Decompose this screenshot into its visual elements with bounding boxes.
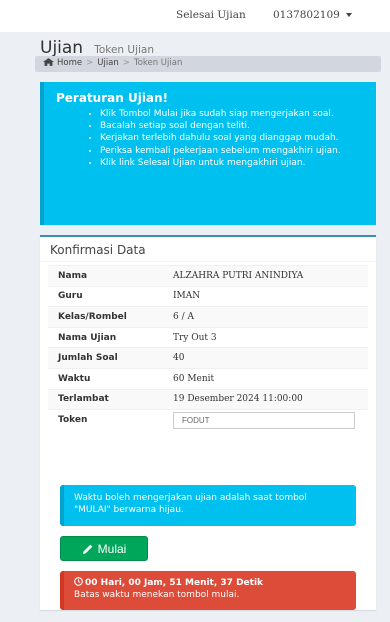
breadcrumb-separator: > [86,58,94,68]
token-cell [163,409,368,431]
table-row: Waktu 60 Menit [48,367,368,390]
pencil-icon [82,544,93,554]
table-row: Nama ALZAHRA PUTRI ANINDIYA [48,265,368,287]
table-row: Token [48,409,368,431]
row-value: IMAN [163,285,368,307]
countdown-callout: 00 Hari, 00 Jam, 51 Menit, 37 Detik Bata… [60,571,356,610]
content-wrapper: Ujian Token Ujian Home > Ujian > Token Ujian… [28,32,390,622]
rule-item: Klik link Selesai Ujian untuk mengakhiri… [100,157,364,169]
page-header: Ujian Token Ujian [40,38,154,58]
confirmation-table: Nama ALZAHRA PUTRI ANINDIYA Guru IMAN Kela… [48,265,368,431]
table-row: Guru IMAN [48,285,368,307]
rule-item: Periksa kembali pekerjaan sebelum mengak… [100,145,364,157]
row-label: Nama [48,265,163,287]
rules-list: Klik Tombol Mulai jika sudah siap menger… [100,108,364,169]
token-label: Token [48,409,163,431]
row-value: Try Out 3 [163,326,368,348]
countdown-note: Batas waktu menekan tombol mulai. [74,590,240,600]
breadcrumb-current: Token Ujian [133,58,183,68]
breadcrumb: Home > Ujian > Token Ujian [35,56,381,72]
start-button-label: Mulai [97,541,127,556]
countdown-line: 00 Hari, 00 Jam, 51 Menit, 37 Detik [74,577,346,589]
info-callout: Waktu boleh mengerjakan ujian adalah saa… [60,485,356,526]
breadcrumb-home[interactable]: Home [57,58,82,68]
row-label: Terlambat [48,388,163,410]
confirmation-title: Konfirmasi Data [50,243,146,257]
row-label: Kelas/Rombel [48,306,163,328]
row-label: Nama Ujian [48,326,163,348]
breadcrumb-ujian[interactable]: Ujian [97,58,119,68]
home-icon [43,58,54,66]
confirmation-box: Konfirmasi Data Nama ALZAHRA PUTRI ANINDI… [40,235,376,610]
row-value: 19 Desember 2024 11:00:00 [163,388,368,410]
row-label: Guru [48,285,163,307]
clock-icon [74,577,83,586]
rule-item: Kerjakan terlebih dahulu soal yang diang… [100,132,364,144]
rule-item: Bacalah setiap soal dengan teliti. [100,120,364,132]
table-row: Jumlah Soal 40 [48,347,368,369]
row-value: ALZAHRA PUTRI ANINDIYA [163,265,368,287]
breadcrumb-separator: > [122,58,130,68]
box-divider [40,261,376,262]
rule-item: Klik Tombol Mulai jika sudah siap menger… [100,108,364,120]
page-title: Ujian [40,38,84,58]
row-value: 6 / A [163,306,368,328]
countdown-time: 00 Hari, 00 Jam, 51 Menit, 37 Detik [85,578,264,588]
start-button[interactable]: Mulai [60,536,148,561]
row-value: 60 Menit [163,367,368,390]
finish-exam-link[interactable]: Selesai Ujian [176,9,246,21]
caret-down-icon [345,13,352,17]
row-label: Jumlah Soal [48,347,163,369]
page-subtitle: Token Ujian [94,44,155,56]
user-menu[interactable]: 0137802109 [273,9,352,21]
table-row: Terlambat 19 Desember 2024 11:00:00 [48,388,368,410]
top-navbar: Selesai Ujian 0137802109 [0,0,390,32]
row-label: Waktu [48,367,163,390]
row-value: 40 [163,347,368,369]
rules-callout: Peraturan Ujian! Klik Tombol Mulai jika … [40,82,376,225]
user-id-label: 0137802109 [273,9,340,21]
table-row: Nama Ujian Try Out 3 [48,326,368,348]
token-input[interactable] [173,411,355,429]
table-row: Kelas/Rombel 6 / A [48,306,368,328]
rules-title: Peraturan Ujian! [56,91,169,105]
